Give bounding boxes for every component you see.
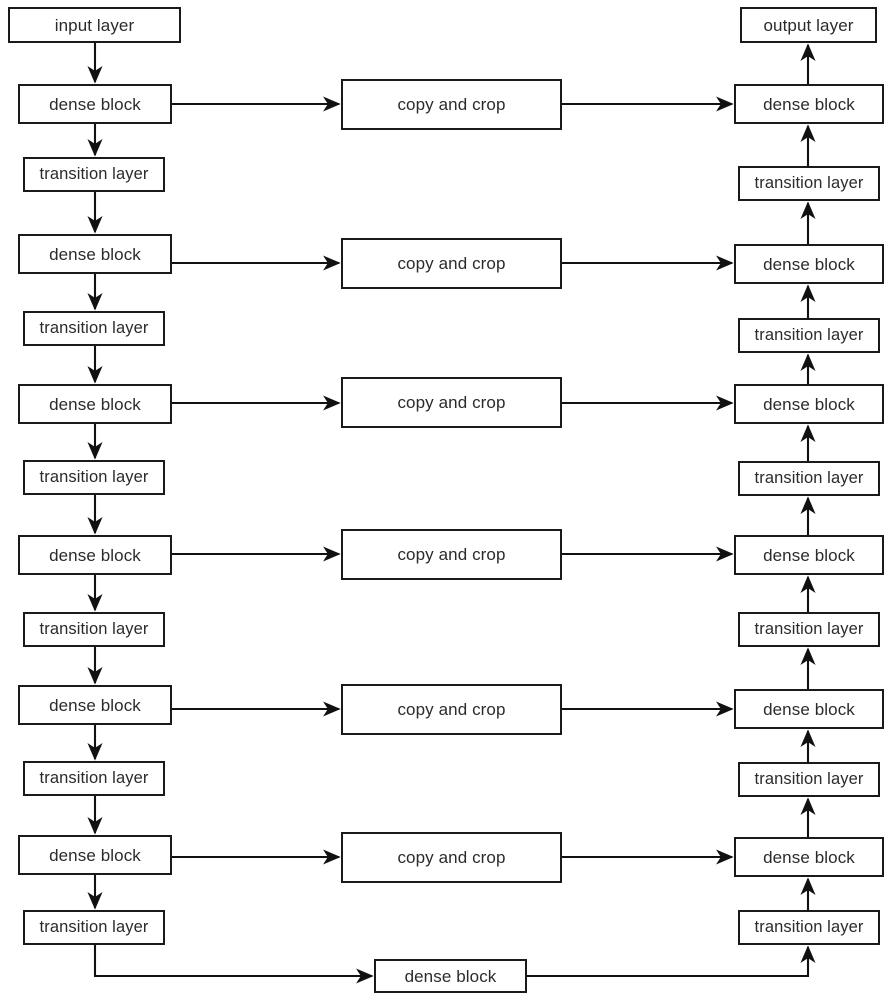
encoder-transition-layer-6: transition layer <box>23 910 165 945</box>
encoder-dense-block-1: dense block <box>18 84 172 124</box>
copy-and-crop-6: copy and crop <box>341 832 562 883</box>
decoder-transition-layer-3: transition layer <box>738 461 880 496</box>
output-layer-box: output layer <box>740 7 877 43</box>
encoder-transition-layer-2: transition layer <box>23 311 165 346</box>
copy-and-crop-2: copy and crop <box>341 238 562 289</box>
encoder-dense-block-3: dense block <box>18 384 172 424</box>
decoder-dense-block-5: dense block <box>734 689 884 729</box>
decoder-transition-layer-5: transition layer <box>738 762 880 797</box>
decoder-transition-layer-1: transition layer <box>738 166 880 201</box>
edge-encoder-transition-6-to-bottleneck <box>93 945 374 984</box>
copy-and-crop-4: copy and crop <box>341 529 562 580</box>
decoder-transition-layer-4: transition layer <box>738 612 880 647</box>
copy-and-crop-3: copy and crop <box>341 377 562 428</box>
decoder-dense-block-3: dense block <box>734 384 884 424</box>
copy-and-crop-5: copy and crop <box>341 684 562 735</box>
decoder-dense-block-2: dense block <box>734 244 884 284</box>
decoder-dense-block-4: dense block <box>734 535 884 575</box>
decoder-dense-block-6: dense block <box>734 837 884 877</box>
encoder-dense-block-5: dense block <box>18 685 172 725</box>
input-layer-box: input layer <box>8 7 181 43</box>
dense-unet-architecture-diagram: input layer dense block transition layer de… <box>0 0 896 1000</box>
encoder-transition-layer-4: transition layer <box>23 612 165 647</box>
encoder-dense-block-2: dense block <box>18 234 172 274</box>
encoder-dense-block-4: dense block <box>18 535 172 575</box>
decoder-transition-layer-6: transition layer <box>738 910 880 945</box>
decoder-transition-layer-2: transition layer <box>738 318 880 353</box>
bottleneck-dense-block: dense block <box>374 959 527 993</box>
encoder-transition-layer-1: transition layer <box>23 157 165 192</box>
encoder-dense-block-6: dense block <box>18 835 172 875</box>
decoder-dense-block-1: dense block <box>734 84 884 124</box>
encoder-transition-layer-5: transition layer <box>23 761 165 796</box>
encoder-transition-layer-3: transition layer <box>23 460 165 495</box>
edge-bottleneck-to-decoder-transition-6 <box>527 945 816 978</box>
copy-and-crop-1: copy and crop <box>341 79 562 130</box>
